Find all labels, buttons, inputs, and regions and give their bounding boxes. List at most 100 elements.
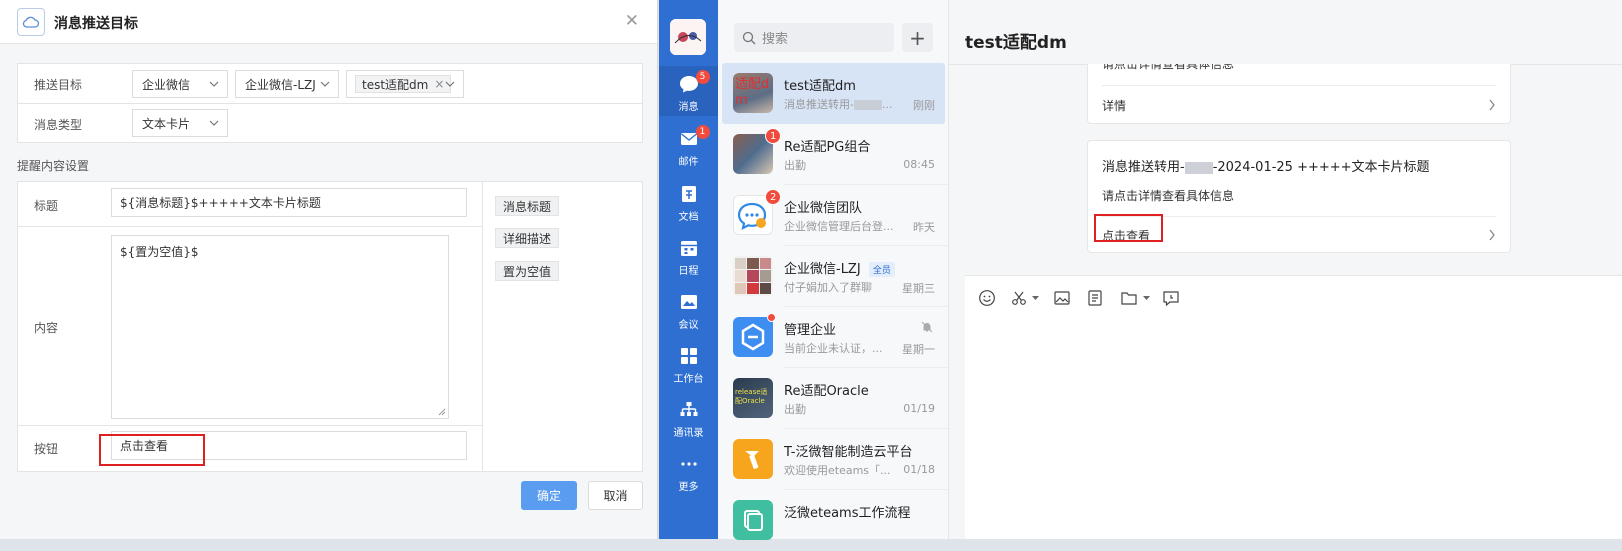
resize-handle-icon[interactable] xyxy=(438,408,446,416)
target-group-select[interactable]: test适配dm × xyxy=(346,70,464,98)
plus-icon: + xyxy=(909,25,926,50)
conversation-item[interactable]: 企业微信-LZJ 全员 付子娟加入了群聊 星期三 xyxy=(722,246,945,307)
target-platform-select[interactable]: 企业微信 xyxy=(132,70,228,98)
conversation-avatar: release适配Oracle xyxy=(733,378,773,418)
card-title: 消息推送转用- -2024-01-25 +++++文本卡片标题 xyxy=(1102,160,1430,175)
nav-messages[interactable]: 5 消息 xyxy=(659,66,718,116)
dropdown-caret-icon[interactable] xyxy=(1143,296,1150,301)
nav-calendar[interactable]: 日程 xyxy=(659,230,718,280)
target-corp-select[interactable]: 企业微信-LZJ xyxy=(235,70,339,98)
chat-bubble-icon: 5 xyxy=(678,70,710,95)
unread-badge: 1 xyxy=(695,125,710,139)
dialog-title: 消息推送目标 xyxy=(54,16,138,32)
conversation-item[interactable]: 适配dm test适配dm 消息推送转用-... 刚刚 xyxy=(722,63,945,124)
conversation-preview: 当前企业未认证，... xyxy=(784,342,883,355)
chevron-down-icon xyxy=(320,81,330,87)
conversation-item[interactable]: release适配Oracle Re适配Oracle 出勤 01/19 xyxy=(722,368,945,429)
conversation-item[interactable]: 2 企业微信团队 企业微信管理后台登... 昨天 xyxy=(722,185,945,246)
conversation-time: 星期一 xyxy=(902,343,935,356)
message-composer[interactable] xyxy=(965,275,1622,539)
unread-badge: 1 xyxy=(765,128,782,144)
highlight-box xyxy=(99,434,205,466)
close-icon[interactable]: ✕ xyxy=(625,13,639,30)
quote-message-icon[interactable] xyxy=(1162,289,1180,307)
conversation-time: 昨天 xyxy=(913,221,935,234)
highlight-box xyxy=(1094,214,1163,242)
add-button[interactable]: + xyxy=(902,23,933,52)
dialog-header: 消息推送目标 ✕ xyxy=(0,0,657,44)
manage-corp-icon xyxy=(733,317,773,357)
grid-icon xyxy=(678,345,700,367)
cloud-icon xyxy=(17,8,45,36)
variable-message-title[interactable]: 消息标题 xyxy=(495,196,560,216)
chat-panel: test适配dm 请点击详情查看具体信息 详情 消息推送转用- -2024-01-… xyxy=(949,0,1622,539)
meeting-icon xyxy=(678,291,700,313)
workflow-icon xyxy=(733,500,773,540)
conversation-time: 08:45 xyxy=(903,158,935,171)
nav-more[interactable]: 更多 xyxy=(659,446,718,496)
org-chart-icon xyxy=(678,399,700,421)
screenshot-scissors-icon[interactable] xyxy=(1010,289,1028,307)
conversation-name: 泛微eteams工作流程 xyxy=(784,506,911,521)
folder-icon[interactable] xyxy=(1120,289,1138,307)
emoji-icon[interactable] xyxy=(978,289,996,307)
conversation-item[interactable]: 泛微eteams工作流程 xyxy=(722,490,945,551)
nav-mail[interactable]: 1 邮件 xyxy=(659,121,718,171)
conversation-preview: 消息推送转用-... xyxy=(784,98,893,111)
conversation-name: 企业微信-LZJ 全员 xyxy=(784,258,895,277)
content-settings-box: 标题 ${消息标题}$+++++文本卡片标题 内容 ${置为空值}$ 按钮 点击… xyxy=(17,181,643,472)
variable-detail-desc[interactable]: 详细描述 xyxy=(495,228,560,248)
conversation-item[interactable]: T-泛微智能制造云平台 欢迎使用eteams「... 01/18 xyxy=(722,429,945,490)
button-field-label: 按钮 xyxy=(34,442,59,456)
wecom-window: 5 消息 1 邮件 文档 日程 会议 工作台 通讯录 更多 搜索 + 适配dm … xyxy=(659,0,1622,540)
more-dots-icon xyxy=(678,453,700,475)
conversation-preview: 出勤 xyxy=(784,403,806,416)
conversation-item[interactable]: 1 Re适配PG组合 出勤 08:45 xyxy=(722,124,945,185)
title-input[interactable]: ${消息标题}$+++++文本卡片标题 xyxy=(111,188,467,217)
nav-rail: 5 消息 1 邮件 文档 日程 会议 工作台 通讯录 更多 xyxy=(659,0,718,539)
image-icon[interactable] xyxy=(1053,289,1071,307)
content-label: 内容 xyxy=(34,321,59,335)
tag-remove-icon[interactable]: × xyxy=(434,77,444,91)
conversation-name: T-泛微智能制造云平台 xyxy=(784,445,913,460)
user-avatar[interactable] xyxy=(670,19,706,55)
card-desc: 请点击详情查看具体信息 xyxy=(1102,189,1235,203)
content-textarea[interactable]: ${置为空值}$ xyxy=(111,235,449,419)
chevron-right-icon xyxy=(1489,99,1495,111)
dropdown-caret-icon[interactable] xyxy=(1032,296,1039,301)
chevron-down-icon xyxy=(209,120,219,126)
conversation-avatar: 适配dm xyxy=(733,73,773,113)
nav-docs[interactable]: 文档 xyxy=(659,176,718,226)
message-type-label: 消息类型 xyxy=(34,118,83,132)
conversation-preview: 付子娟加入了群聊 xyxy=(784,281,872,294)
conversation-list: 搜索 + 适配dm test适配dm 消息推送转用-... 刚刚 1 Re适配P… xyxy=(718,0,949,540)
unread-badge: 2 xyxy=(765,189,782,205)
mute-bell-icon xyxy=(921,321,933,333)
nav-workbench[interactable]: 工作台 xyxy=(659,338,718,388)
unread-dot xyxy=(767,313,776,322)
variable-set-empty[interactable]: 置为空值 xyxy=(495,261,560,281)
card-detail-link[interactable]: 详情 xyxy=(1102,97,1126,114)
nav-meeting[interactable]: 会议 xyxy=(659,284,718,334)
conversation-time: 01/19 xyxy=(903,402,935,415)
conversation-name: test适配dm xyxy=(784,79,856,94)
message-type-select[interactable]: 文本卡片 xyxy=(132,109,228,137)
conversation-preview: 欢迎使用eteams「... xyxy=(784,464,891,477)
platform-icon xyxy=(733,439,773,479)
confirm-button[interactable]: 确定 xyxy=(521,481,577,510)
chevron-down-icon xyxy=(209,81,219,87)
conversation-time: 01/18 xyxy=(903,463,935,476)
nav-contacts[interactable]: 通讯录 xyxy=(659,392,718,442)
section-title: 提醒内容设置 xyxy=(17,159,90,173)
cancel-button[interactable]: 取消 xyxy=(588,481,643,510)
push-target-dialog: 消息推送目标 ✕ 推送目标 企业微信 企业微信-LZJ test适配dm × 消息… xyxy=(0,0,658,539)
conversation-time: 星期三 xyxy=(902,282,935,295)
all-staff-tag: 全员 xyxy=(868,262,895,277)
title-field-label: 标题 xyxy=(34,199,59,213)
conversation-item[interactable]: 管理企业 当前企业未认证，... 星期一 xyxy=(722,307,945,368)
document-icon[interactable] xyxy=(1086,289,1104,307)
conversation-time: 刚刚 xyxy=(913,99,935,112)
unread-badge: 5 xyxy=(695,70,710,84)
search-input[interactable]: 搜索 xyxy=(734,23,894,52)
target-label: 推送目标 xyxy=(34,78,83,92)
